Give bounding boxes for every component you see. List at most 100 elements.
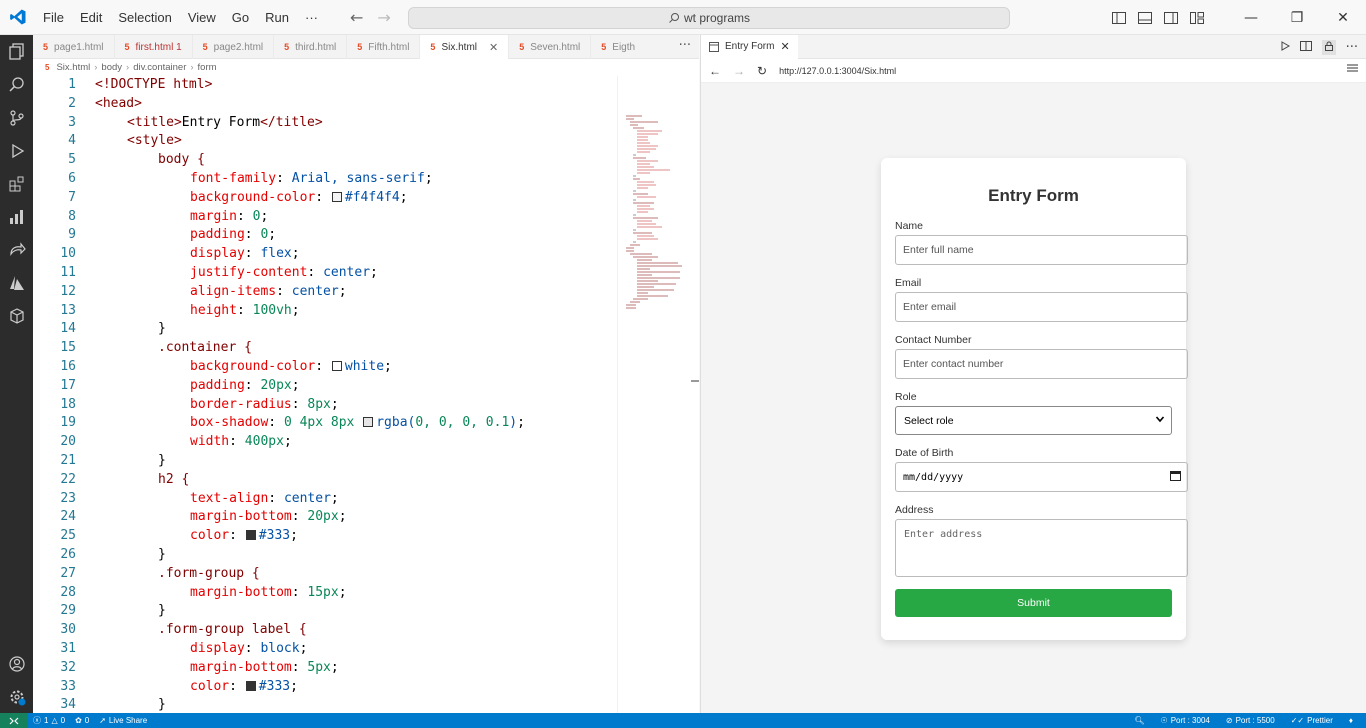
port-5500-label: Port : 5500 xyxy=(1235,716,1275,725)
color-swatch[interactable] xyxy=(245,680,256,691)
zoom-icon[interactable]: 🔍︎ xyxy=(1129,716,1149,725)
close-window-button[interactable]: ✕ xyxy=(1320,0,1366,35)
customize-layout-icon[interactable] xyxy=(1184,0,1210,35)
preview-url[interactable]: http://127.0.0.1:3004/Six.html xyxy=(779,66,896,76)
menu-selection[interactable]: Selection xyxy=(110,0,179,35)
preview-back-icon[interactable]: ← xyxy=(709,64,721,78)
toggle-primary-sidebar-icon[interactable] xyxy=(1106,0,1132,35)
name-input[interactable]: Enter full name xyxy=(895,235,1188,265)
port-5500-status[interactable]: ⊘ Port : 5500 xyxy=(1221,716,1280,725)
ports-indicator[interactable]: ✿ 0 xyxy=(70,716,94,725)
live-share-icon[interactable] xyxy=(0,233,33,266)
code-line: 8 margin: 0; xyxy=(33,208,617,227)
color-swatch[interactable] xyxy=(331,360,342,371)
html-file-icon: 5 xyxy=(202,42,208,52)
menu-edit[interactable]: Edit xyxy=(72,0,110,35)
problems-indicator[interactable]: ⓧ 1 △ 0 xyxy=(28,715,70,726)
code-line: 22 h2 { xyxy=(33,471,617,490)
contact-input[interactable]: Enter contact number xyxy=(895,349,1188,379)
role-select[interactable]: Select role xyxy=(895,406,1172,435)
run-icon[interactable] xyxy=(1280,40,1290,55)
code-token: center xyxy=(323,264,371,280)
tab-six[interactable]: 5 Six.html ✕ xyxy=(420,35,510,59)
breadcrumb-form[interactable]: form xyxy=(198,62,217,73)
port-3004-status[interactable]: ☉ Port : 3004 xyxy=(1156,716,1215,725)
tab-label: page2.html xyxy=(213,41,264,53)
line-number: 11 xyxy=(60,264,76,280)
scrollbar-thumb[interactable] xyxy=(691,380,699,382)
toggle-panel-icon[interactable] xyxy=(1132,0,1158,35)
tab-third[interactable]: 5 third.html xyxy=(274,35,348,59)
color-swatch[interactable] xyxy=(245,530,256,541)
box-icon[interactable] xyxy=(0,299,33,332)
email-input[interactable]: Enter email xyxy=(895,292,1188,322)
azure-icon[interactable] xyxy=(0,266,33,299)
menu-view[interactable]: View xyxy=(180,0,224,35)
back-arrow-icon[interactable]: ← xyxy=(350,8,363,27)
breadcrumb-file[interactable]: Six.html xyxy=(56,62,90,73)
live-share-status[interactable]: ➚ Live Share xyxy=(94,716,152,725)
status-right: 🔍︎ ☉ Port : 3004 ⊘ Port : 5500 ✓✓ Prettier … xyxy=(1129,713,1358,728)
code-token: 15px xyxy=(307,584,339,600)
tab-fifth[interactable]: 5 Fifth.html xyxy=(347,35,421,59)
code-line: 16 background-color: white; xyxy=(33,358,617,377)
preview-reload-icon[interactable]: ↻ xyxy=(757,64,767,78)
name-group: Name Enter full name xyxy=(895,220,1188,265)
code-token: #333 xyxy=(258,528,291,544)
source-control-icon[interactable] xyxy=(0,101,33,134)
tab-seven[interactable]: 5 Seven.html xyxy=(509,35,592,59)
split-editor-icon[interactable] xyxy=(1299,40,1312,55)
menu-more[interactable]: ··· xyxy=(297,0,326,35)
search-text: wt programs xyxy=(683,11,751,25)
remote-indicator-icon[interactable] xyxy=(0,713,28,728)
preview-tab[interactable]: Entry Form ✕ xyxy=(701,34,798,59)
line-number: 8 xyxy=(68,208,76,224)
ports-count: 0 xyxy=(84,716,90,725)
prettier-status[interactable]: ✓✓ Prettier xyxy=(1286,716,1338,725)
html-file-icon: 5 xyxy=(357,42,363,52)
tab-page1[interactable]: 5 page1.html xyxy=(33,35,115,59)
more-actions-icon[interactable]: ··· xyxy=(1346,40,1358,55)
notifications-bell-icon[interactable]: ♦ xyxy=(1344,716,1358,725)
breadcrumb-container[interactable]: div.container xyxy=(133,62,186,73)
toggle-secondary-sidebar-icon[interactable] xyxy=(1158,0,1184,35)
restore-button[interactable]: ❐ xyxy=(1274,0,1320,35)
address-textarea[interactable]: Enter address xyxy=(895,519,1188,577)
dob-input[interactable]: mm/dd/yyyy xyxy=(895,462,1188,492)
menu-file[interactable]: File xyxy=(35,0,72,35)
forward-arrow-icon[interactable]: → xyxy=(377,8,390,27)
minimap[interactable] xyxy=(617,76,699,713)
search-icon[interactable] xyxy=(0,68,33,101)
close-tab-icon[interactable]: ✕ xyxy=(489,41,498,54)
preview-forward-icon[interactable]: → xyxy=(733,64,745,78)
title-right-controls: — ❐ ✕ xyxy=(1106,0,1366,35)
command-search-box[interactable]: wt programs xyxy=(408,7,1010,29)
menu-go[interactable]: Go xyxy=(224,0,257,35)
html-file-icon: 5 xyxy=(124,42,130,52)
hamburger-menu-icon[interactable] xyxy=(1347,63,1358,75)
breadcrumb-body[interactable]: body xyxy=(101,62,122,73)
tab-first[interactable]: 5 first.html 1 xyxy=(115,35,193,59)
account-icon[interactable] xyxy=(0,647,33,680)
manage-gear-icon[interactable] xyxy=(0,680,33,713)
lock-icon[interactable] xyxy=(1321,39,1336,55)
calendar-icon[interactable] xyxy=(1170,470,1181,484)
explorer-icon[interactable] xyxy=(0,35,33,68)
tabs-more-button[interactable]: ··· xyxy=(679,35,691,57)
line-number: 13 xyxy=(60,302,76,318)
code-editor[interactable]: 1 <!DOCTYPE html> 2 <head> 3 <title>Entry F… xyxy=(33,76,617,713)
close-preview-tab-icon[interactable]: ✕ xyxy=(780,40,789,53)
minimize-button[interactable]: — xyxy=(1228,0,1274,35)
color-swatch[interactable] xyxy=(363,417,374,428)
color-swatch[interactable] xyxy=(331,191,342,202)
code-token: 0 4px 8px xyxy=(283,415,355,431)
submit-button[interactable]: Submit xyxy=(895,589,1172,617)
chart-icon[interactable] xyxy=(0,200,33,233)
extensions-icon[interactable] xyxy=(0,167,33,200)
entry-form-card: Entry Form Name Enter full name Email En… xyxy=(881,158,1188,640)
run-debug-icon[interactable] xyxy=(0,134,33,167)
tab-eigth[interactable]: 5 Eigth xyxy=(591,35,645,59)
tab-page2[interactable]: 5 page2.html xyxy=(193,35,275,59)
line-number: 4 xyxy=(68,133,76,149)
menu-run[interactable]: Run xyxy=(257,0,297,35)
